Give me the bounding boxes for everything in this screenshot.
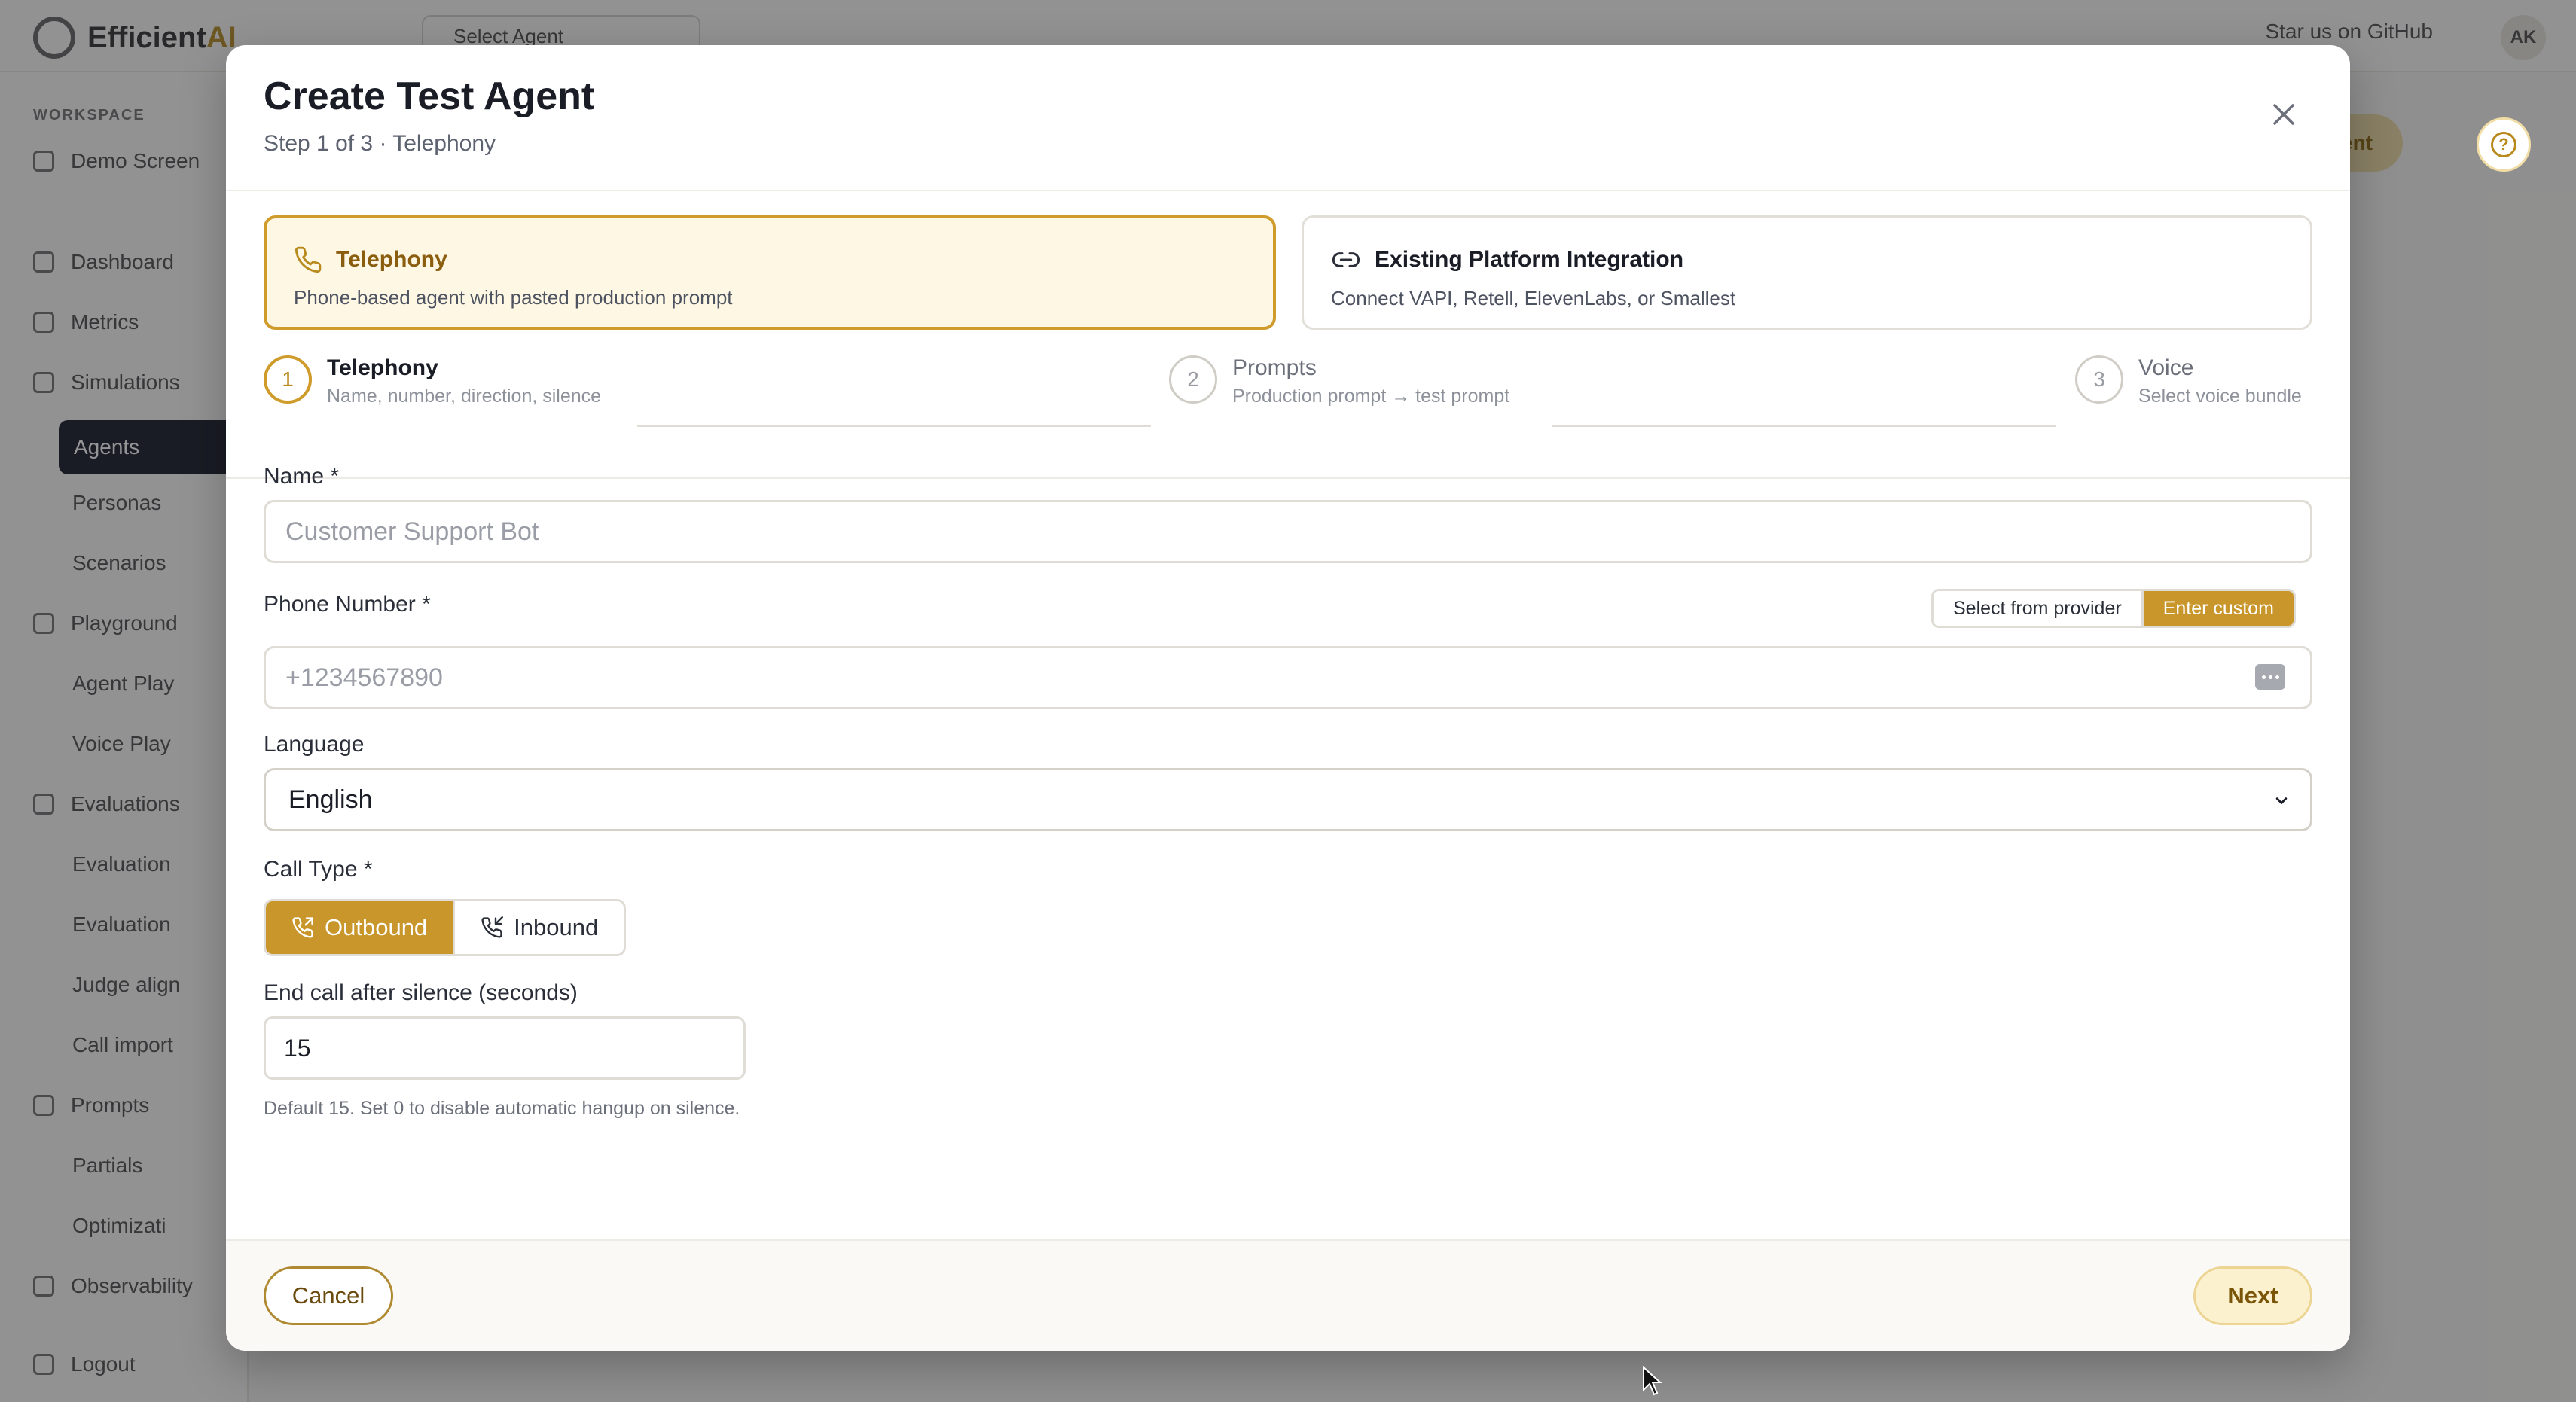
cancel-button[interactable]: Cancel <box>264 1266 393 1325</box>
modal-subtitle: Step 1 of 3 · Telephony <box>264 131 496 156</box>
step-number: 3 <box>2075 355 2123 404</box>
name-label: Name * <box>264 464 340 489</box>
agent-type-selector: Telephony Phone-based agent with pasted … <box>264 215 2312 330</box>
call-type-toggle: Outbound Inbound <box>264 899 627 956</box>
autofill-icon[interactable] <box>2255 664 2285 690</box>
modal-title: Create Test Agent <box>264 75 595 118</box>
silence-timeout-input[interactable]: 15 <box>264 1016 746 1080</box>
call-type-label: Call Type * <box>264 857 373 882</box>
divider <box>226 477 2350 479</box>
mode-description: Phone-based agent with pasted production… <box>294 286 733 309</box>
mode-card-existing-integration[interactable]: Existing Platform Integration Connect VA… <box>1302 215 2312 330</box>
phone-number-label: Phone Number * <box>264 592 431 617</box>
silence-timeout-label: End call after silence (seconds) <box>264 980 578 1005</box>
outbound-button[interactable]: Outbound <box>266 901 453 954</box>
step-prompts: 2 Prompts Production prompt → test promp… <box>1169 355 1509 407</box>
phone-incoming-icon <box>481 916 504 938</box>
inbound-button[interactable]: Inbound <box>453 901 624 954</box>
close-icon[interactable] <box>2269 99 2299 130</box>
modal-footer: Cancel Next <box>226 1239 2350 1351</box>
language-select[interactable]: English <box>264 768 2312 831</box>
chevron-down-icon <box>2275 797 2288 804</box>
step-telephony: 1 Telephony Name, number, direction, sil… <box>264 355 601 407</box>
step-connector <box>637 425 1151 427</box>
mode-title: Existing Platform Integration <box>1375 247 1684 272</box>
mouse-cursor-icon <box>1643 1366 1662 1396</box>
help-icon: ? <box>2491 132 2516 157</box>
phone-number-input[interactable] <box>264 646 2312 709</box>
phone-source-toggle: Select from provider Enter custom <box>1931 589 2296 628</box>
step-subtitle: Production prompt → test prompt <box>1232 386 1510 407</box>
link-icon <box>1332 252 1360 267</box>
step-title: Voice <box>2138 355 2194 380</box>
step-number: 2 <box>1169 355 1217 404</box>
stepper: 1 Telephony Name, number, direction, sil… <box>264 355 2312 431</box>
enter-custom-button[interactable]: Enter custom <box>2141 591 2294 626</box>
step-voice: 3 Voice Select voice bundle <box>2075 355 2302 407</box>
select-from-provider-button[interactable]: Select from provider <box>1934 591 2141 626</box>
phone-outgoing-icon <box>292 917 313 938</box>
language-value: English <box>288 785 373 814</box>
mode-card-telephony[interactable]: Telephony Phone-based agent with pasted … <box>264 215 1276 330</box>
silence-timeout-hint: Default 15. Set 0 to disable automatic h… <box>264 1098 740 1119</box>
mode-title: Telephony <box>336 247 447 272</box>
step-subtitle: Select voice bundle <box>2138 386 2302 407</box>
mode-description: Connect VAPI, Retell, ElevenLabs, or Sma… <box>1331 287 1736 309</box>
name-input[interactable] <box>264 500 2312 563</box>
language-label: Language <box>264 732 365 757</box>
next-button[interactable]: Next <box>2193 1266 2312 1325</box>
step-connector <box>1552 425 2056 427</box>
outbound-label: Outbound <box>325 914 428 940</box>
step-title: Telephony <box>327 355 438 380</box>
modal-header: Create Test Agent Step 1 of 3 · Telephon… <box>226 45 2350 191</box>
step-title: Prompts <box>1232 355 1317 380</box>
step-subtitle: Name, number, direction, silence <box>327 386 602 407</box>
inbound-label: Inbound <box>514 914 599 940</box>
phone-icon <box>295 246 322 273</box>
step-number: 1 <box>264 355 312 404</box>
create-test-agent-modal: Create Test Agent Step 1 of 3 · Telephon… <box>226 45 2350 1351</box>
help-button[interactable]: ? <box>2477 117 2531 172</box>
